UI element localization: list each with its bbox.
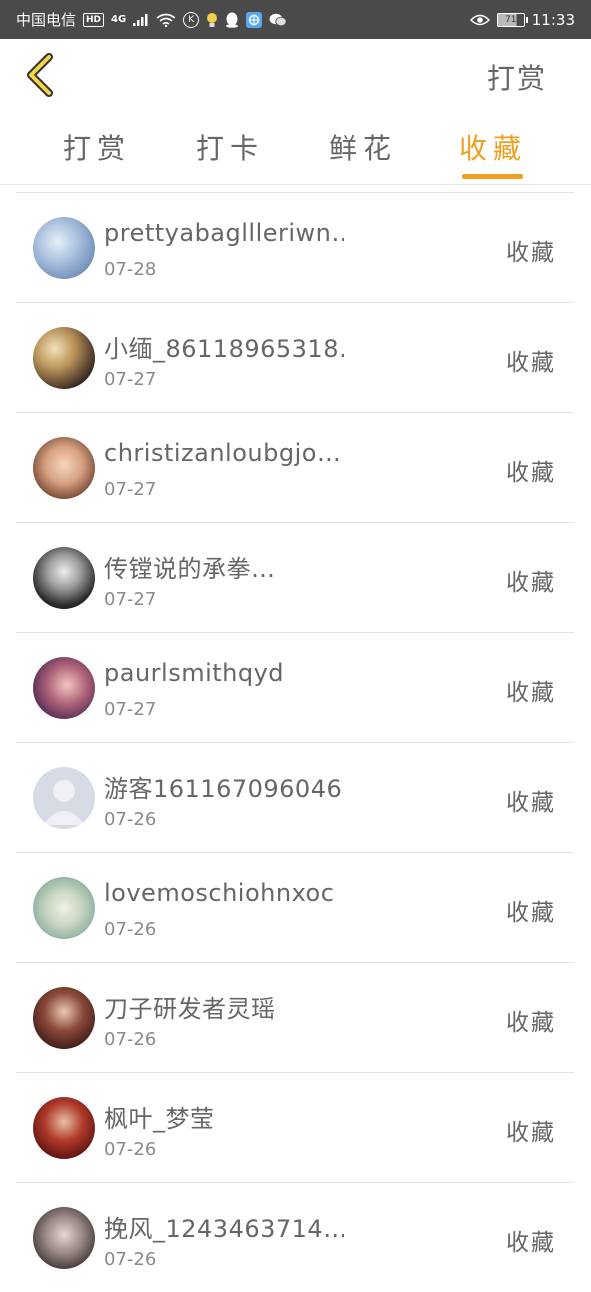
avatar[interactable] xyxy=(33,767,95,829)
avatar[interactable] xyxy=(33,987,95,1049)
user-name: 游客1611670960467 xyxy=(104,775,344,803)
avatar[interactable] xyxy=(33,877,95,939)
collect-label: 收藏 xyxy=(506,790,556,816)
collect-label: 收藏 xyxy=(506,1230,556,1256)
avatar[interactable] xyxy=(33,217,95,279)
wechat-icon xyxy=(269,13,287,27)
avatar[interactable] xyxy=(33,657,95,719)
list-item[interactable]: 小缅_86118965318… 07-27 收藏 xyxy=(16,302,574,412)
collect-label: 收藏 xyxy=(506,1120,556,1146)
avatar[interactable] xyxy=(33,437,95,499)
user-name: christizanloubgjo… xyxy=(104,439,342,467)
battery-icon: 71 xyxy=(496,12,528,27)
qq-icon xyxy=(225,12,239,28)
list-item[interactable]: 刀子研发者灵瑶 07-26 收藏 xyxy=(16,962,574,1072)
list-item[interactable]: christizanloubgjo… 07-27 收藏 xyxy=(16,412,574,522)
active-tab-indicator xyxy=(462,174,523,179)
tab-reward[interactable]: 打赏 xyxy=(52,127,142,167)
user-name: lovemoschiohnxoc xyxy=(104,879,335,907)
tab-flowers[interactable]: 鲜花 xyxy=(318,127,408,167)
item-date: 07-26 xyxy=(104,1249,157,1270)
item-date: 07-26 xyxy=(104,809,157,830)
bulb-icon xyxy=(206,12,218,28)
user-name: 刀子研发者灵瑶 xyxy=(104,995,276,1023)
header-title[interactable]: 打赏 xyxy=(487,57,547,97)
item-date: 07-26 xyxy=(104,1139,157,1160)
collect-label: 收藏 xyxy=(506,680,556,706)
eye-icon xyxy=(469,14,490,26)
carrier-label: 中国电信 xyxy=(16,11,77,29)
avatar[interactable] xyxy=(33,1097,95,1159)
item-date: 07-27 xyxy=(104,699,157,720)
user-name: paurlsmithqyd xyxy=(104,659,285,687)
item-date: 07-26 xyxy=(104,919,157,940)
hd-icon: HD xyxy=(83,12,105,27)
status-bar-left: 中国电信 HD 4G K xyxy=(16,9,287,30)
user-name: 挽风_1243463714… xyxy=(104,1215,344,1243)
status-bar-right: 71 11:33 xyxy=(469,10,575,29)
user-name: 枫叶_梦莹 xyxy=(104,1105,215,1133)
list-item[interactable]: 传镗说的承拳… 07-27 收藏 xyxy=(16,522,574,632)
network-type-label: 4G xyxy=(111,14,127,25)
item-date: 07-27 xyxy=(104,589,157,610)
default-avatar-icon xyxy=(43,780,85,825)
back-arrow-icon xyxy=(27,53,53,97)
user-name: prettyabagllleriwn… xyxy=(104,219,344,247)
avatar[interactable] xyxy=(33,547,95,609)
status-bar: 中国电信 HD 4G K 71 11:33 xyxy=(0,0,591,39)
avatar[interactable] xyxy=(33,327,95,389)
tab-checkin[interactable]: 打卡 xyxy=(185,127,275,167)
collect-label: 收藏 xyxy=(506,1010,556,1036)
collect-label: 收藏 xyxy=(506,900,556,926)
collect-list: prettyabagllleriwn… 07-28 收藏 小缅_86118965… xyxy=(16,192,574,1292)
list-item[interactable]: paurlsmithqyd 07-27 收藏 xyxy=(16,632,574,742)
clock: 11:33 xyxy=(531,10,575,29)
k-icon: K xyxy=(183,11,200,28)
user-name: 小缅_86118965318… xyxy=(104,335,344,363)
item-date: 07-28 xyxy=(104,259,157,280)
user-name: 传镗说的承拳… xyxy=(104,555,276,583)
header: 打赏 xyxy=(0,39,591,109)
browser-icon xyxy=(246,11,263,28)
collect-label: 收藏 xyxy=(506,350,556,376)
wifi-icon xyxy=(156,13,176,27)
collect-label: 收藏 xyxy=(506,460,556,486)
tab-collect[interactable]: 收藏 xyxy=(448,127,538,167)
list-item[interactable]: 游客1611670960467 07-26 收藏 xyxy=(16,742,574,852)
collect-label: 收藏 xyxy=(506,570,556,596)
collect-label: 收藏 xyxy=(506,240,556,266)
avatar[interactable] xyxy=(33,1207,95,1269)
battery-level: 71 xyxy=(505,14,517,25)
item-date: 07-27 xyxy=(104,479,157,500)
list-item[interactable]: lovemoschiohnxoc 07-26 收藏 xyxy=(16,852,574,962)
signal-icon xyxy=(133,13,149,26)
back-button[interactable] xyxy=(16,51,64,99)
item-date: 07-27 xyxy=(104,369,157,390)
list-item[interactable]: 挽风_1243463714… 07-26 收藏 xyxy=(16,1182,574,1292)
list-item[interactable]: 枫叶_梦莹 07-26 收藏 xyxy=(16,1072,574,1182)
list-item[interactable]: prettyabagllleriwn… 07-28 收藏 xyxy=(16,192,574,302)
item-date: 07-26 xyxy=(104,1029,157,1050)
